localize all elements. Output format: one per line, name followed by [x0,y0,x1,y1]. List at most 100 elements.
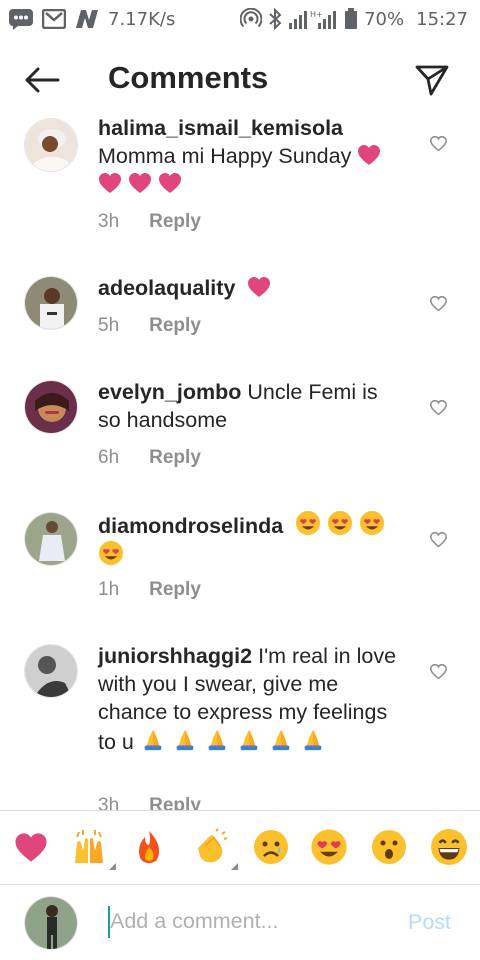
comment-username[interactable]: adeolaquality [98,276,235,300]
quick-emoji-sad-face[interactable] [248,824,294,870]
comment-meta: 3h Reply [98,795,201,810]
quick-emoji-surprised-face[interactable] [366,824,412,870]
reply-button[interactable]: Reply [149,447,201,469]
back-button[interactable] [22,62,62,98]
battery-level: 70% [364,8,405,30]
comment-body: Momma mi Happy Sunday [98,144,352,168]
like-button[interactable] [426,132,450,154]
heart-emoji [128,172,152,194]
battery-icon [344,8,358,30]
hotspot-icon [240,8,263,30]
comment-item: diamondroselinda 1h Reply [0,508,480,618]
folded-hands-emoji [268,726,294,752]
surprised-face-icon [372,830,406,864]
quick-emoji-heart-eyes[interactable] [306,824,352,870]
heart-outline-icon [429,531,447,547]
heart-emoji [98,172,122,194]
comment-meta: 5h Reply [98,315,201,337]
heart-outline-icon [429,135,447,151]
quick-emoji-clapping-hands[interactable] [188,824,238,870]
like-button[interactable] [426,292,450,314]
post-button[interactable]: Post [408,910,451,935]
direct-share-button[interactable] [412,60,452,100]
comments-list[interactable]: halima_ismail_kemisola Momma mi Happy Su… [0,112,480,810]
quick-emoji-raising-hands[interactable] [66,824,116,870]
comment-username[interactable]: halima_ismail_kemisola [98,116,343,140]
gmail-icon [42,9,66,29]
reply-button[interactable]: Reply [149,211,201,233]
comment-username[interactable]: diamondroselinda [98,514,283,538]
comment-composer: Post [0,884,480,960]
comment-item: juniorshhaggi2 I'm real in love with you … [0,640,480,810]
clapping-hands-icon [198,828,228,863]
quick-emoji-grinning-face[interactable] [426,824,472,870]
svg-text:H+: H+ [310,10,323,19]
comment-text: halima_ismail_kemisola Momma mi Happy Su… [98,114,398,198]
arrow-left-icon [25,67,60,93]
heart-eyes-emoji [327,510,353,536]
comment-item: adeolaquality 5h Reply [0,272,480,356]
comment-text: adeolaquality [98,274,398,302]
raising-hands-icon [75,830,103,863]
comment-item: halima_ismail_kemisola Momma mi Happy Su… [0,112,480,248]
folded-hands-emoji [236,726,262,752]
like-button[interactable] [426,660,450,682]
message-icon [8,8,34,30]
heart-icon [15,832,47,862]
comment-time: 5h [98,315,120,336]
comment-input[interactable] [110,902,390,940]
comment-meta: 6h Reply [98,447,201,469]
like-button[interactable] [426,528,450,550]
heart-emoji [158,172,182,194]
heart-eyes-icon [310,828,348,866]
heart-outline-icon [429,295,447,311]
heart-emoji [247,276,271,298]
heart-emoji [357,144,381,166]
clock: 15:27 [416,8,468,30]
quick-emoji-bar [0,816,480,882]
quick-emoji-heart[interactable] [8,824,54,870]
divider [0,810,480,811]
comments-header: Comments [0,50,480,110]
reply-button[interactable]: Reply [149,795,201,810]
heart-eyes-emoji [359,510,385,536]
network-speed: 7.17K/s [108,8,176,30]
my-avatar[interactable] [24,896,78,950]
folded-hands-emoji [204,726,230,752]
comment-username[interactable]: juniorshhaggi2 [98,644,252,668]
comment-time: 3h [98,211,120,232]
n-app-icon [74,9,100,29]
comment-time: 1h [98,579,120,600]
comment-meta: 1h Reply [98,579,201,601]
page-title: Comments [108,60,269,95]
heart-eyes-emoji [98,540,124,566]
avatar[interactable] [24,644,78,698]
bluetooth-icon [268,8,282,30]
folded-hands-emoji [140,726,166,752]
direct-send-icon [415,65,449,96]
grinning-face-icon [431,829,467,865]
heart-outline-icon [429,399,447,415]
heart-eyes-emoji [295,510,321,536]
comment-meta: 3h Reply [98,211,201,233]
comment-item: evelyn_jombo Uncle Femi is so handsome 6h… [0,376,480,486]
comment-text: evelyn_jombo Uncle Femi is so handsome [98,378,398,434]
reply-button[interactable]: Reply [149,315,201,337]
folded-hands-emoji [300,726,326,752]
avatar[interactable] [24,380,78,434]
comment-text: diamondroselinda [98,510,398,570]
sad-face-icon [254,830,288,864]
avatar[interactable] [24,512,78,566]
quick-emoji-fire[interactable] [126,824,172,870]
comment-time: 3h [98,795,120,810]
signal-icon: H+ [288,8,338,30]
comment-time: 6h [98,447,120,468]
reply-button[interactable]: Reply [149,579,201,601]
status-bar: 7.17K/s H+ 70% 15:27 [0,0,480,38]
comment-username[interactable]: evelyn_jombo [98,380,241,404]
like-button[interactable] [426,396,450,418]
fire-icon [139,831,159,863]
folded-hands-emoji [172,726,198,752]
avatar[interactable] [24,276,78,330]
avatar[interactable] [24,118,78,172]
